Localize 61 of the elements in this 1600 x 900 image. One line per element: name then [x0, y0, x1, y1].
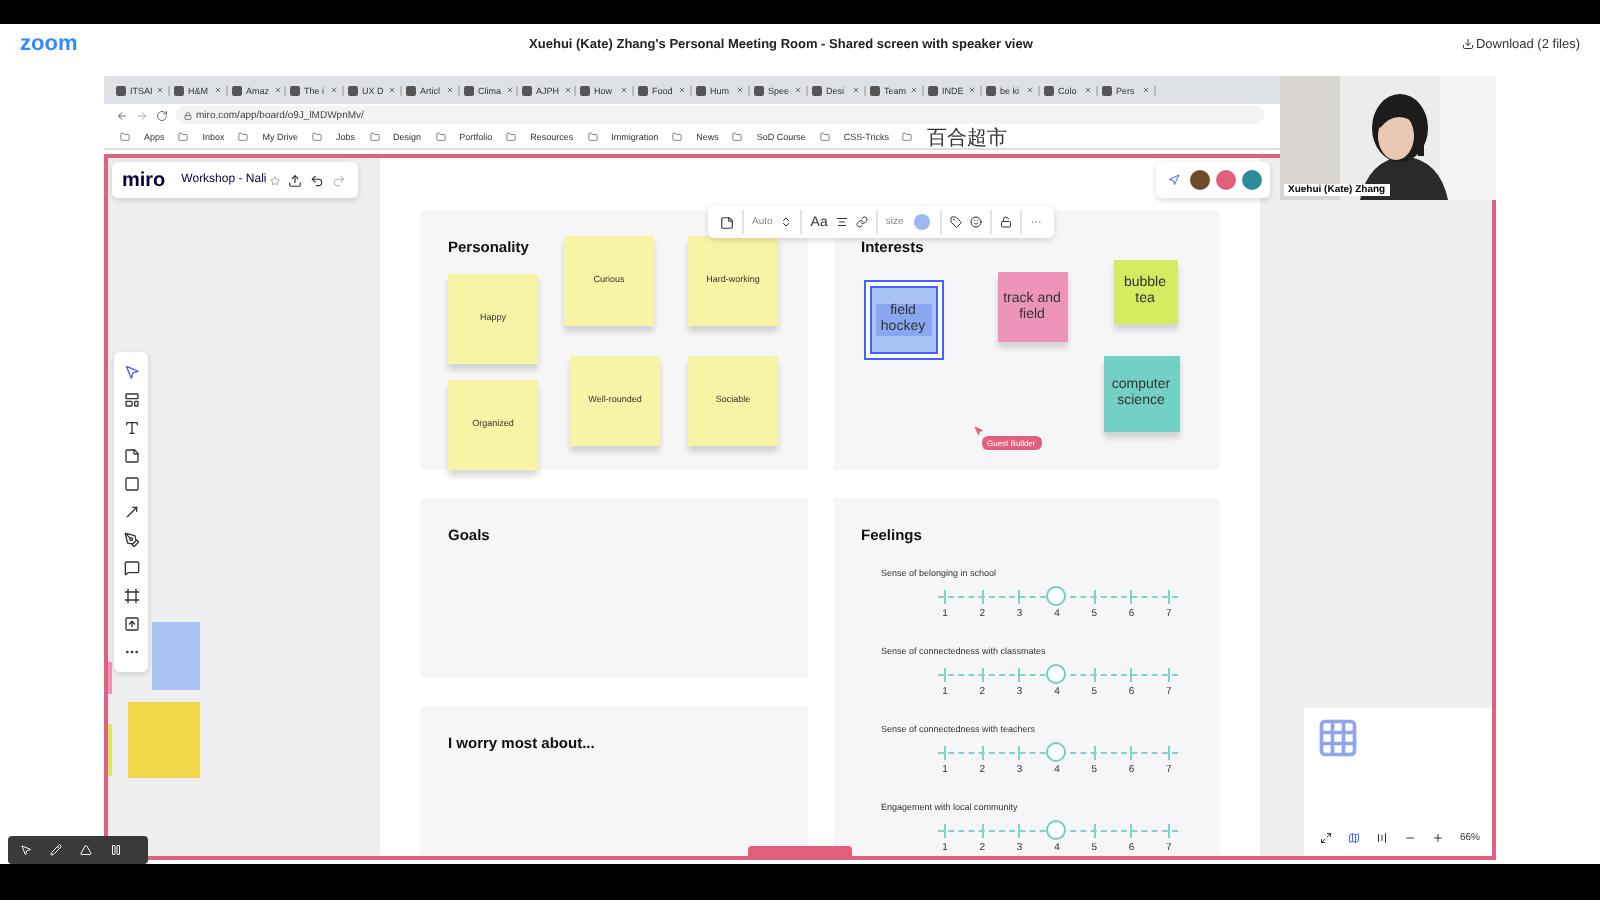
site-icon: [232, 85, 242, 95]
site-icon: [1044, 85, 1054, 95]
site-icon: [522, 85, 532, 95]
folder-icon: [506, 132, 517, 142]
folder-icon: [238, 132, 249, 142]
folder-icon: [435, 132, 446, 142]
template-icon[interactable]: [119, 388, 143, 412]
pause-icon[interactable]: [106, 840, 126, 860]
zoom-logo: zoom: [20, 32, 80, 56]
link-icon[interactable]: [851, 212, 872, 232]
pen-icon[interactable]: [119, 528, 143, 552]
site-icon: [290, 85, 300, 95]
site-icon: [116, 85, 126, 95]
comment-icon[interactable]: [119, 556, 143, 580]
site-icon: [986, 85, 996, 95]
frame-icon[interactable]: [119, 584, 143, 608]
site-icon: [870, 85, 880, 95]
site-icon: [812, 85, 822, 95]
site-icon: [174, 85, 184, 95]
pencil-icon[interactable]: [46, 840, 66, 860]
site-icon: [696, 85, 706, 95]
lock-icon: [184, 111, 192, 119]
pointer-icon[interactable]: [16, 840, 36, 860]
site-icon: [754, 85, 764, 95]
folder-icon: [819, 132, 830, 142]
folder-icon: [120, 132, 130, 142]
site-icon: [580, 85, 590, 95]
folder-icon: [902, 132, 913, 142]
folder-icon: [369, 132, 380, 142]
upload-icon[interactable]: [119, 612, 143, 636]
site-icon: [638, 85, 648, 95]
sticky-note-icon[interactable]: [716, 211, 738, 233]
miro-logo: miro: [120, 169, 168, 191]
site-icon: [928, 85, 938, 95]
align-icon[interactable]: [831, 212, 852, 232]
reload-icon[interactable]: [156, 109, 168, 121]
star-icon[interactable]: [266, 171, 285, 189]
color-swatch[interactable]: [913, 214, 930, 230]
upload-icon[interactable]: [284, 169, 307, 191]
sticky-note-icon[interactable]: [119, 444, 143, 468]
send-icon[interactable]: [1164, 170, 1184, 190]
folder-icon: [672, 132, 683, 142]
site-icon: [1102, 85, 1112, 95]
folder-icon: [178, 132, 189, 142]
map-icon[interactable]: [1344, 828, 1364, 848]
lock-icon[interactable]: [995, 212, 1016, 232]
zoom-in-icon[interactable]: [1428, 828, 1448, 848]
back-icon[interactable]: [116, 109, 128, 121]
download-icon: [1461, 38, 1474, 50]
cursor-icon: [973, 426, 983, 436]
folder-icon: [312, 132, 323, 142]
fit-width-icon[interactable]: [1372, 828, 1392, 848]
site-icon: [464, 85, 474, 95]
bookmark[interactable]: 百合超市: [926, 123, 1007, 151]
square-icon[interactable]: [119, 472, 143, 496]
tag-icon[interactable]: [945, 212, 966, 232]
site-icon: [406, 85, 416, 95]
folder-icon: [732, 132, 743, 142]
site-icon: [348, 85, 358, 95]
folder-icon: [587, 132, 598, 142]
emoji-icon[interactable]: [965, 212, 986, 232]
